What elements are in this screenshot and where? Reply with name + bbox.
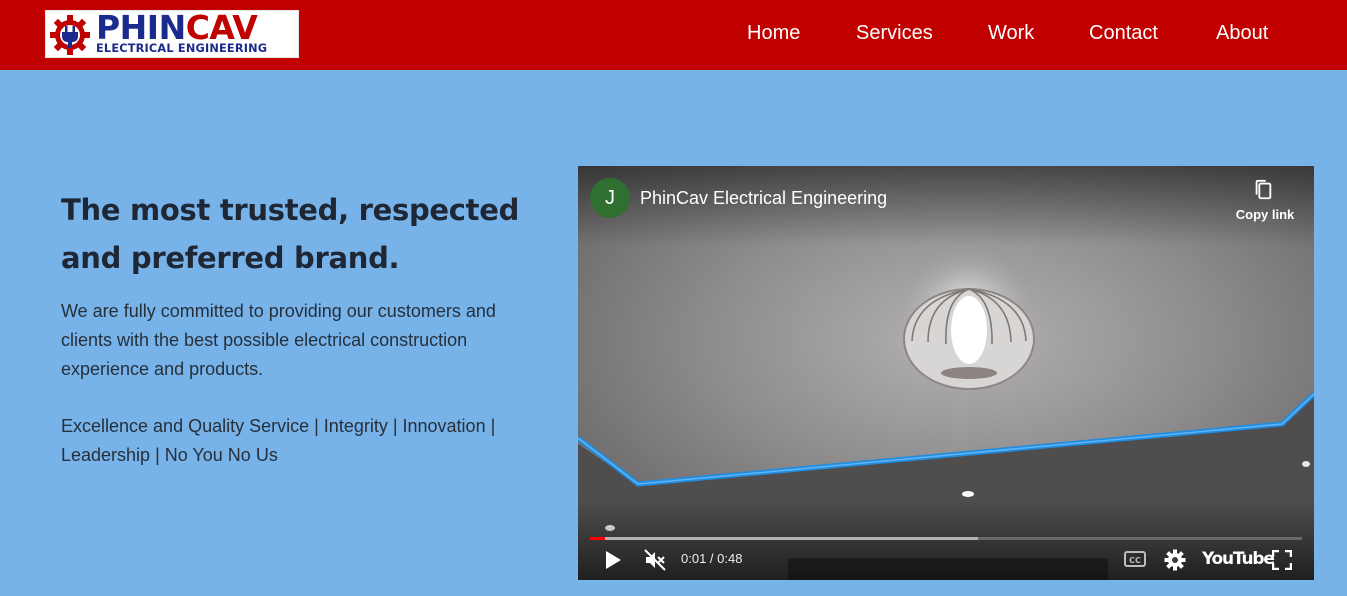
nav-home[interactable]: Home xyxy=(747,20,800,46)
site-logo[interactable]: PHINCAV ELECTRICAL ENGINEERING xyxy=(45,9,299,58)
youtube-logo[interactable]: YouTube xyxy=(1202,548,1275,570)
video-time: 0:01 / 0:48 xyxy=(681,551,743,566)
video-progress-bar[interactable] xyxy=(590,537,1302,540)
nav-services[interactable]: Services xyxy=(856,20,933,46)
captions-icon[interactable]: CC xyxy=(1124,550,1146,568)
video-title[interactable]: PhinCav Electrical Engineering xyxy=(640,186,887,210)
hero-headline: The most trusted, respected and preferre… xyxy=(61,193,520,275)
youtube-video-player[interactable]: J PhinCav Electrical Engineering Copy li… xyxy=(578,166,1314,580)
play-icon[interactable] xyxy=(603,550,623,570)
copy-link-label[interactable]: Copy link xyxy=(1230,207,1300,223)
nav-contact[interactable]: Contact xyxy=(1089,20,1158,46)
progress-played xyxy=(590,537,605,540)
copy-icon[interactable] xyxy=(1252,179,1274,201)
svg-text:CC: CC xyxy=(1129,556,1141,565)
logo-subtitle: ELECTRICAL ENGINEERING xyxy=(96,42,268,55)
hero-paragraph: We are fully committed to providing our … xyxy=(61,301,496,379)
nav-work[interactable]: Work xyxy=(988,20,1034,46)
settings-gear-icon[interactable] xyxy=(1164,549,1186,571)
channel-avatar[interactable]: J xyxy=(590,178,630,218)
hero-values: Excellence and Quality Service | Integri… xyxy=(61,416,496,465)
gear-plug-logo-icon xyxy=(50,15,90,55)
header-bar: PHINCAV ELECTRICAL ENGINEERING Home Serv… xyxy=(0,0,1347,70)
progress-buffered xyxy=(590,537,978,540)
nav-about[interactable]: About xyxy=(1216,20,1268,46)
volume-muted-icon[interactable] xyxy=(643,548,667,572)
fullscreen-icon[interactable] xyxy=(1272,550,1292,570)
